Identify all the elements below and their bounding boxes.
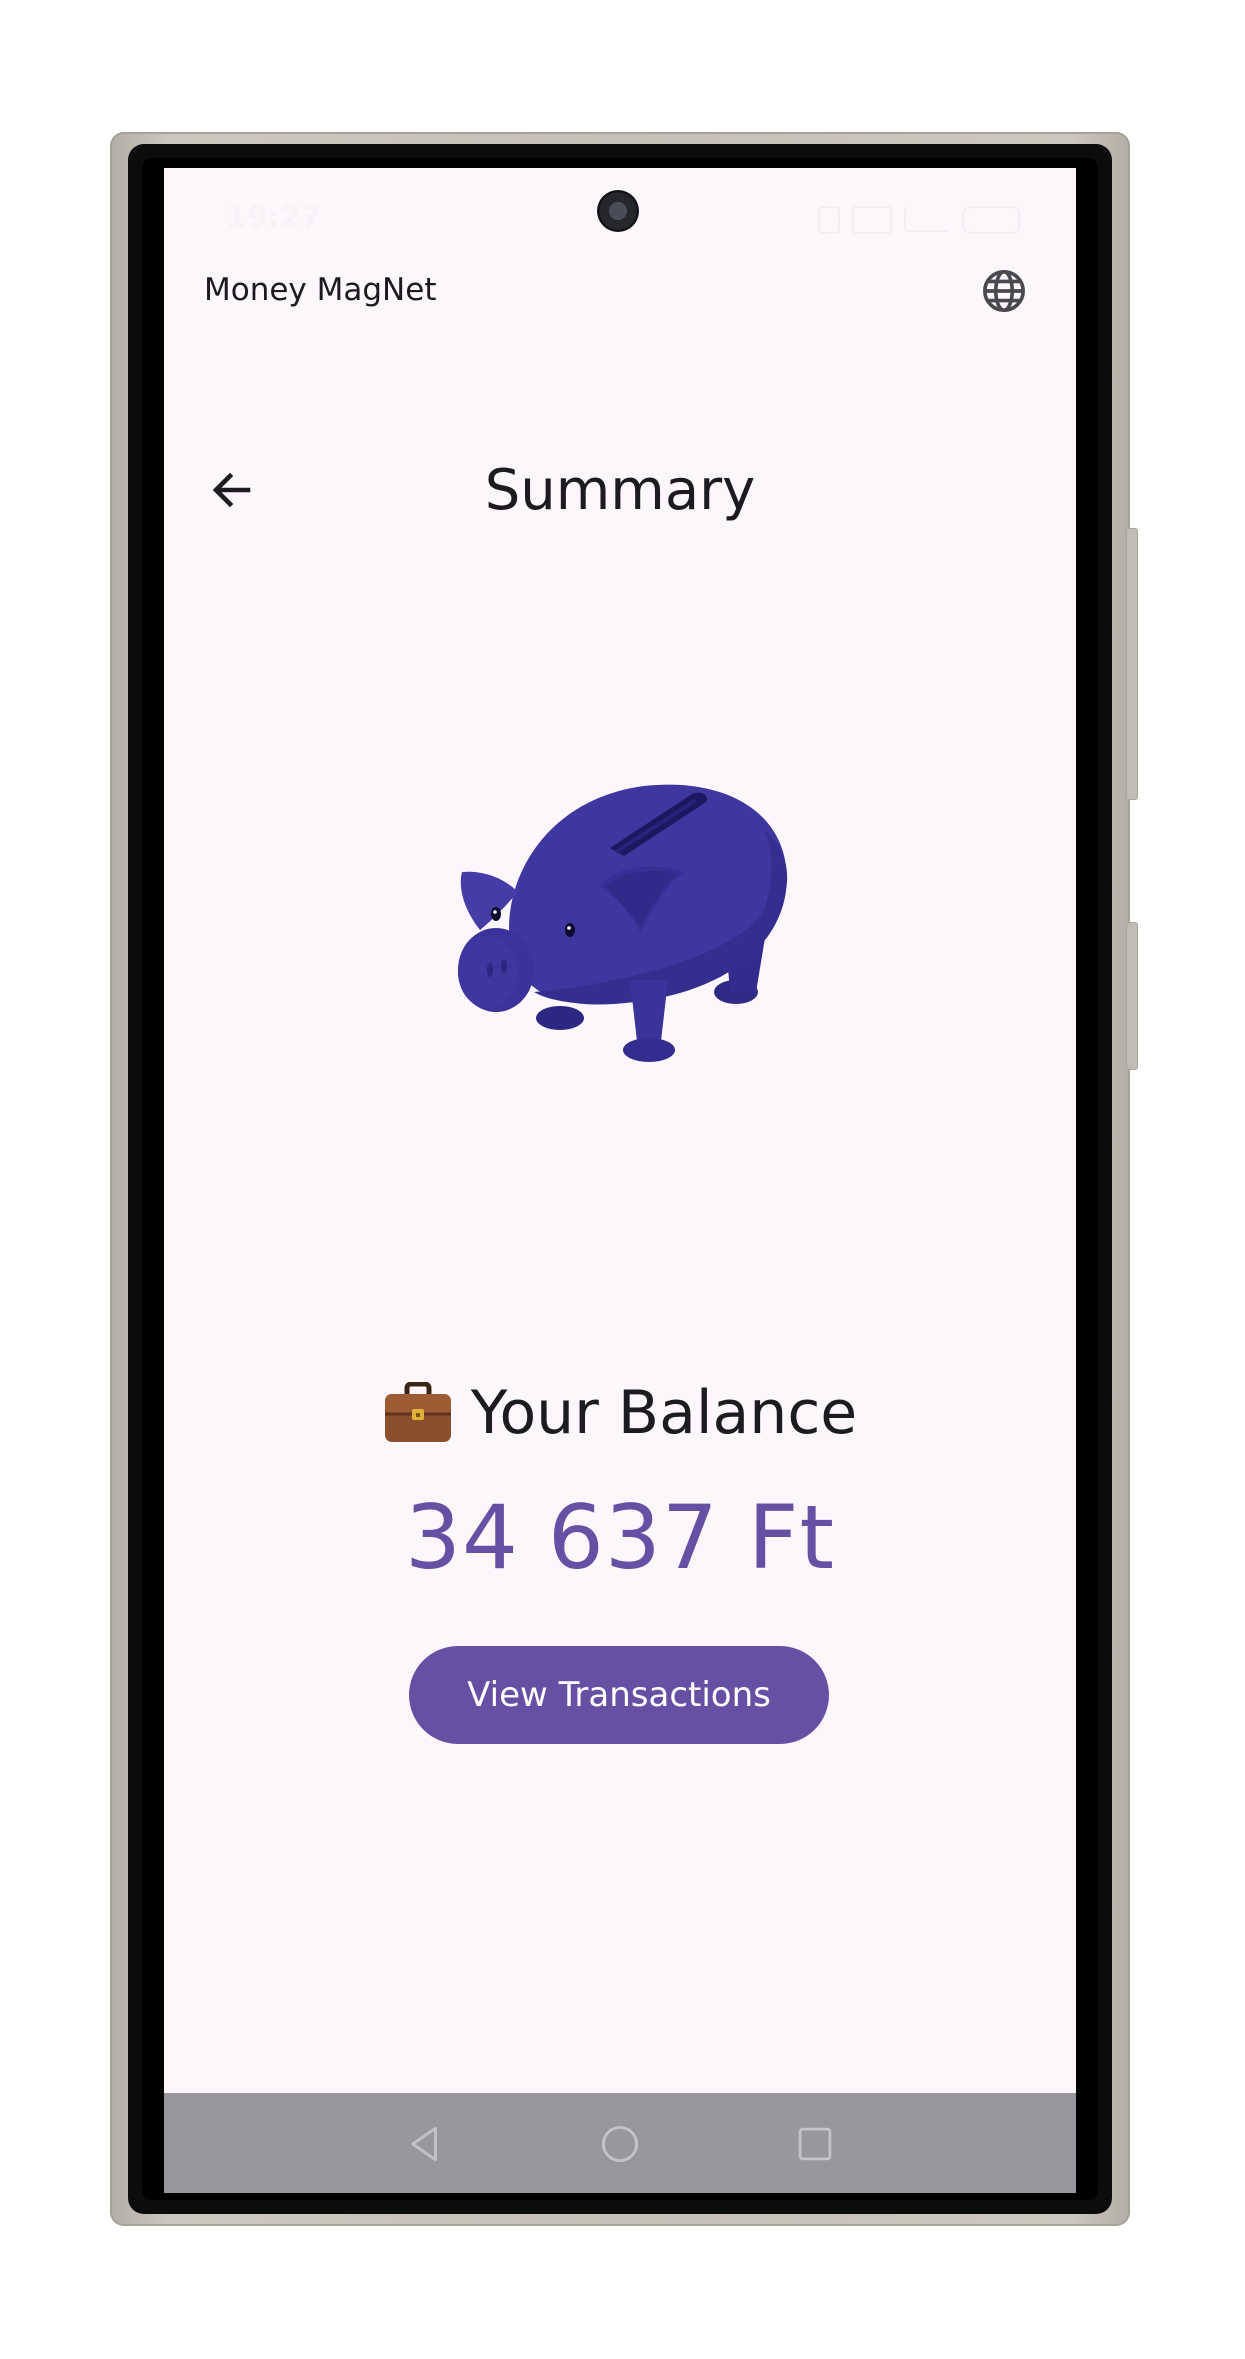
signal-icon xyxy=(904,206,950,232)
front-camera xyxy=(597,190,639,232)
status-time: 19:27 xyxy=(226,200,322,235)
globe-icon[interactable] xyxy=(981,268,1027,314)
system-navigation-bar xyxy=(164,2093,1076,2193)
page-title: Summary xyxy=(484,458,756,523)
circle-home-icon[interactable] xyxy=(599,2123,641,2165)
triangle-back-icon[interactable] xyxy=(404,2123,446,2165)
briefcase-icon xyxy=(384,1382,451,1442)
view-transactions-button[interactable]: View Transactions xyxy=(409,1646,829,1744)
app-screen: 19:27 Money MagNet Summary Your Balance … xyxy=(164,168,1076,2193)
sim-icon xyxy=(852,206,892,234)
balance-label-row: Your Balance xyxy=(164,1378,1076,1448)
status-icons xyxy=(818,206,1020,234)
square-recents-icon[interactable] xyxy=(794,2123,836,2165)
volume-button xyxy=(1126,528,1138,800)
balance-label: Your Balance xyxy=(470,1378,858,1448)
nfc-icon xyxy=(818,206,840,234)
app-name: Money MagNet xyxy=(204,272,437,308)
piggy-bank-icon xyxy=(458,784,788,1062)
battery-icon xyxy=(962,206,1020,234)
balance-amount: 34 637 Ft xyxy=(404,1486,835,1589)
power-button xyxy=(1126,922,1138,1070)
